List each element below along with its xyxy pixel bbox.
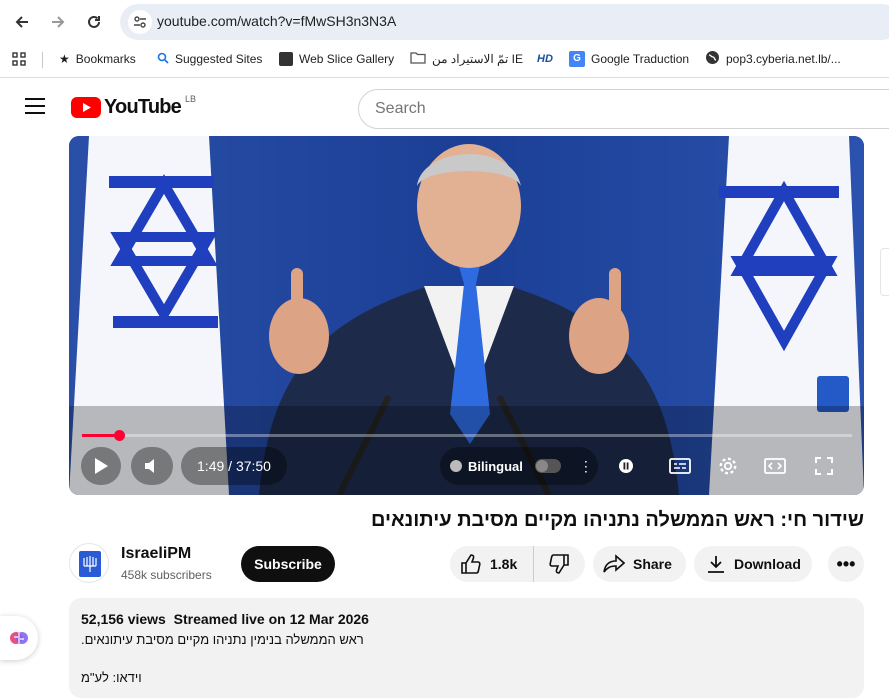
hamburger-menu-icon[interactable] xyxy=(25,98,45,114)
description-credit: וידאו: לע"מ xyxy=(81,670,142,685)
youtube-logo[interactable]: YouTube LB xyxy=(71,93,196,119)
bilingual-toggle[interactable]: Bilingual ⋮ xyxy=(440,447,598,485)
channel-name[interactable]: IsraeliPM xyxy=(121,545,191,563)
subscribe-button[interactable]: Subscribe xyxy=(241,546,335,582)
bookmark-divider xyxy=(42,52,43,68)
forward-icon[interactable] xyxy=(46,10,70,34)
bookmark-web-slice-gallery[interactable]: Web Slice Gallery xyxy=(279,44,394,74)
bookmark-bookmarks[interactable]: ★ Bookmarks xyxy=(59,44,136,74)
brain-icon xyxy=(10,632,28,644)
bookmark-google-traduction[interactable]: G Google Traduction xyxy=(569,44,689,74)
bookmark-label: Suggested Sites xyxy=(175,52,263,66)
hd-icon: HD xyxy=(537,53,553,65)
like-count: 1.8k xyxy=(490,556,518,572)
bookmark-label: pop3.cyberia.net.lb/... xyxy=(726,52,841,66)
video-title-text: שידור חי: ראש הממשלה נתניהו מקיים מסיבת … xyxy=(370,509,864,531)
bookmark-label: تمّ الاستيراد من IE xyxy=(432,52,524,66)
youtube-header: YouTube LB Search xyxy=(0,79,889,135)
browser-toolbar: youtube.com/watch?v=fMwSH3n3N3A xyxy=(0,0,889,44)
search-placeholder: Search xyxy=(375,100,426,117)
share-arrow-icon xyxy=(603,554,625,573)
toggle-switch[interactable] xyxy=(534,459,561,473)
play-icon xyxy=(95,458,108,474)
video-frame xyxy=(69,136,864,495)
subscriber-count: 458k subscribers xyxy=(121,568,212,582)
time-display: 1:49 / 37:50 xyxy=(181,447,287,485)
folder-icon xyxy=(410,51,426,67)
extension-floating-button[interactable] xyxy=(0,616,38,660)
mute-button[interactable] xyxy=(131,447,173,485)
subtitles-icon[interactable] xyxy=(667,453,693,479)
video-title: שידור חי: ראש הממשלה נתניהו מקיים מסיבת … xyxy=(69,509,864,532)
description-meta: 52,156 views Streamed live on 12 Mar 202… xyxy=(81,611,369,627)
like-dislike-group: 1.8k xyxy=(450,546,585,582)
address-bar[interactable]: youtube.com/watch?v=fMwSH3n3N3A xyxy=(120,4,889,40)
share-label: Share xyxy=(633,556,672,572)
time-current: 1:49 xyxy=(197,458,225,474)
scrubber-handle[interactable] xyxy=(113,430,125,441)
description-box[interactable]: 52,156 views Streamed live on 12 Mar 202… xyxy=(69,598,864,698)
menorah-emblem-icon xyxy=(79,551,101,577)
bookmark-pop3[interactable]: pop3.cyberia.net.lb/... xyxy=(705,44,841,74)
url-text[interactable]: youtube.com/watch?v=fMwSH3n3N3A xyxy=(157,13,396,29)
apps-icon[interactable] xyxy=(12,44,26,74)
thumbs-down-icon xyxy=(549,554,569,574)
pause-autoplay-icon[interactable] xyxy=(613,453,639,479)
stream-date: Streamed live on 12 Mar 2026 xyxy=(173,611,369,627)
more-options-icon[interactable]: ⋮ xyxy=(579,458,593,475)
time-total: 37:50 xyxy=(235,458,271,474)
bookmark-label: Web Slice Gallery xyxy=(299,52,395,66)
settings-gear-icon[interactable] xyxy=(715,453,741,479)
channel-avatar[interactable] xyxy=(69,543,109,583)
country-code: LB xyxy=(184,93,196,104)
more-actions-button[interactable]: ••• xyxy=(828,546,864,582)
bookmark-hd[interactable]: HD xyxy=(537,44,553,74)
view-count: 52,156 views xyxy=(81,611,166,627)
reload-icon[interactable] xyxy=(82,10,106,34)
theater-mode-icon[interactable] xyxy=(762,453,788,479)
download-button[interactable]: Download xyxy=(694,546,812,582)
search-input[interactable]: Search xyxy=(358,89,889,129)
star-icon: ★ xyxy=(59,52,70,66)
bilingual-label: Bilingual xyxy=(468,458,523,474)
globe-icon xyxy=(705,50,720,68)
translate-icon: G xyxy=(569,51,585,67)
volume-icon xyxy=(145,459,154,473)
bookmarks-bar: ★ Bookmarks Suggested Sites Web Slice Ga… xyxy=(0,44,889,78)
like-button[interactable]: 1.8k xyxy=(450,546,534,582)
share-button[interactable]: Share xyxy=(593,546,686,582)
dislike-button[interactable] xyxy=(534,546,584,582)
translate-brain-icon xyxy=(450,460,462,472)
description-text: ראש הממשלה בנימין נתניהו מקיים מסיבת עית… xyxy=(81,632,364,647)
bookmark-ie-imported[interactable]: تمّ الاستيراد من IE xyxy=(410,44,523,74)
bookmark-suggested-sites[interactable]: Suggested Sites xyxy=(157,44,262,74)
fullscreen-icon[interactable] xyxy=(811,453,837,479)
more-horizontal-icon: ••• xyxy=(836,553,856,574)
web-slice-icon xyxy=(279,52,293,66)
site-info-icon[interactable] xyxy=(128,10,152,34)
time-separator: / xyxy=(224,458,236,474)
sidebar-edge xyxy=(880,248,889,296)
download-icon xyxy=(708,556,724,573)
bookmark-label: Bookmarks xyxy=(75,52,136,66)
youtube-play-logo-icon xyxy=(71,97,101,118)
bookmark-label: Google Traduction xyxy=(591,52,690,66)
back-icon[interactable] xyxy=(10,10,34,34)
download-label: Download xyxy=(734,556,801,572)
progress-bar[interactable] xyxy=(82,430,852,441)
thumbs-up-icon xyxy=(461,554,481,574)
logo-wordmark: YouTube xyxy=(104,96,182,118)
video-player[interactable]: 1:49 / 37:50 Bilingual ⋮ xyxy=(69,136,864,495)
play-button[interactable] xyxy=(81,447,121,485)
search-icon xyxy=(157,52,169,67)
